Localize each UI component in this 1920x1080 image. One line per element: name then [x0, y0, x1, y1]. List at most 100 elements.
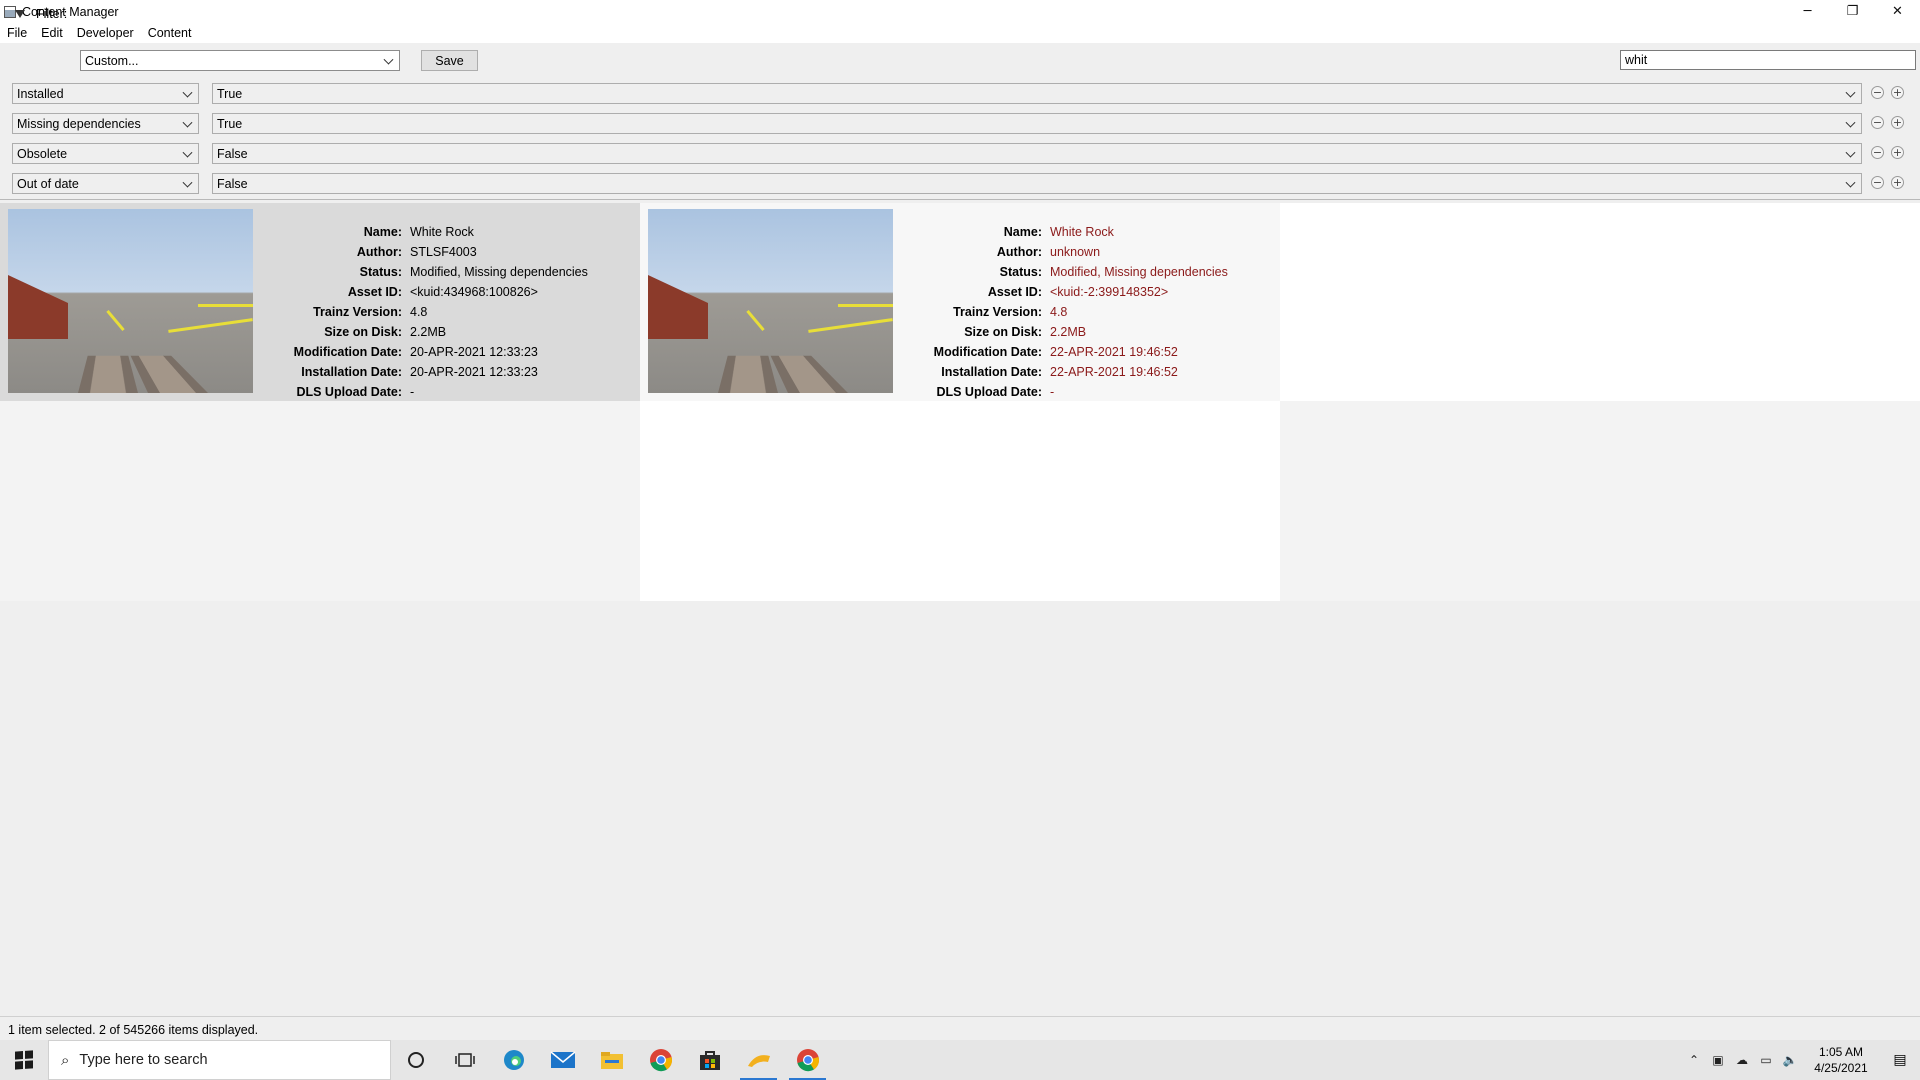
condition-field-dropdown[interactable]: Missing dependencies: [12, 113, 199, 134]
chevron-down-icon: [1845, 117, 1856, 128]
chevron-down-icon: [182, 87, 193, 98]
label-trainz-version: Trainz Version:: [953, 305, 1042, 319]
menu-content[interactable]: Content: [141, 26, 199, 40]
asset-dls-upload-date: -: [1050, 385, 1055, 399]
empty-cell: [0, 401, 640, 601]
asset-status: Modified, Missing dependencies: [410, 265, 588, 279]
condition-field-dropdown[interactable]: Installed: [12, 83, 199, 104]
add-condition-button[interactable]: +: [1891, 86, 1904, 99]
label-installation-date: Installation Date:: [941, 365, 1042, 379]
trainz-icon[interactable]: [734, 1040, 783, 1080]
start-button[interactable]: [0, 1040, 48, 1080]
asset-size: 2.2MB: [410, 325, 447, 339]
empty-cell: [640, 401, 1280, 601]
add-condition-button[interactable]: +: [1891, 146, 1904, 159]
remove-condition-button[interactable]: −: [1871, 176, 1884, 189]
title-bar: Content Manager ─ ❐ ✕: [0, 0, 1920, 23]
condition-field-value: Installed: [17, 86, 64, 101]
label-dls-upload-date: DLS Upload Date:: [936, 385, 1042, 399]
system-tray: ⌃ ▣ ☁ ▭ 🔈 1:05 AM 4/25/2021 ▤: [1682, 1040, 1920, 1080]
asset-installation-date: 22-APR-2021 19:46:52: [1050, 365, 1178, 379]
menu-file[interactable]: File: [0, 26, 34, 40]
condition-value-dropdown[interactable]: False: [212, 173, 1862, 194]
chevron-down-icon: [182, 177, 193, 188]
label-author: Author:: [996, 245, 1042, 259]
search-icon: ⌕: [61, 1051, 70, 1069]
label-size: Size on Disk:: [964, 325, 1042, 339]
condition-value-dropdown[interactable]: False: [212, 143, 1862, 164]
menu-bar: File Edit Developer Content: [0, 23, 1920, 43]
label-name: Name:: [1003, 225, 1042, 239]
filter-label: Filter:: [36, 7, 68, 21]
chrome-icon[interactable]: [783, 1040, 832, 1080]
chevron-up-icon[interactable]: ⌃: [1682, 1053, 1706, 1067]
mail-icon[interactable]: [538, 1040, 587, 1080]
empty-cell: [1280, 203, 1920, 401]
condition-field-dropdown[interactable]: Out of date: [12, 173, 199, 194]
label-asset-id: Asset ID:: [347, 285, 402, 299]
asset-details: Name: White Rock Author: unknown Status: Mo…: [910, 222, 1228, 402]
condition-field-value: Missing dependencies: [17, 116, 141, 131]
edge-icon[interactable]: [489, 1040, 538, 1080]
asset-id: <kuid:-2:399148352>: [1050, 285, 1169, 299]
task-view-icon[interactable]: [440, 1040, 489, 1080]
condition-field-value: Obsolete: [17, 146, 68, 161]
remove-condition-button[interactable]: −: [1871, 116, 1884, 129]
label-modification-date: Modification Date:: [293, 345, 402, 359]
store-icon[interactable]: [685, 1040, 734, 1080]
menu-developer[interactable]: Developer: [70, 26, 141, 40]
empty-cell: [1280, 401, 1920, 601]
filter-preset-value: Custom...: [85, 53, 139, 68]
asset-dls-upload-date: -: [410, 385, 415, 399]
chrome-icon[interactable]: [636, 1040, 685, 1080]
condition-value-dropdown[interactable]: True: [212, 113, 1862, 134]
remove-condition-button[interactable]: −: [1871, 146, 1884, 159]
chevron-down-icon: [182, 147, 193, 158]
chevron-down-icon: [383, 54, 394, 65]
label-status: Status:: [999, 265, 1042, 279]
status-bar: 1 item selected. 2 of 545266 items displ…: [0, 1016, 1920, 1040]
label-name: Name:: [363, 225, 402, 239]
search-input[interactable]: [1620, 50, 1916, 70]
clock[interactable]: 1:05 AM 4/25/2021: [1802, 1044, 1880, 1076]
taskbar-search[interactable]: ⌕ Type here to search: [48, 1040, 391, 1080]
cortana-icon[interactable]: [391, 1040, 440, 1080]
restore-button[interactable]: ❐: [1830, 0, 1875, 23]
filter-collapse-icon[interactable]: [15, 10, 25, 18]
condition-field-dropdown[interactable]: Obsolete: [12, 143, 199, 164]
add-condition-button[interactable]: +: [1891, 176, 1904, 189]
asset-trainz-version: 4.8: [1050, 305, 1068, 319]
condition-value-text: False: [217, 146, 248, 161]
notifications-icon[interactable]: ▤: [1880, 1052, 1920, 1068]
window-controls: ─ ❐ ✕: [1785, 0, 1920, 23]
label-author: Author:: [356, 245, 402, 259]
add-condition-button[interactable]: +: [1891, 116, 1904, 129]
chevron-down-icon: [1845, 177, 1856, 188]
asset-modification-date: 22-APR-2021 19:46:52: [1050, 345, 1178, 359]
condition-value-text: True: [217, 86, 243, 101]
onedrive-icon[interactable]: ☁: [1730, 1053, 1754, 1067]
label-status: Status:: [359, 265, 402, 279]
label-size: Size on Disk:: [324, 325, 402, 339]
asset-name: White Rock: [1050, 225, 1114, 239]
menu-edit[interactable]: Edit: [34, 26, 70, 40]
meet-now-icon[interactable]: ▣: [1706, 1053, 1730, 1067]
save-button[interactable]: Save: [421, 50, 478, 71]
taskbar-search-placeholder: Type here to search: [79, 1052, 208, 1068]
asset-id: <kuid:434968:100826>: [410, 285, 538, 299]
chevron-down-icon: [182, 117, 193, 128]
file-explorer-icon[interactable]: [587, 1040, 636, 1080]
label-modification-date: Modification Date:: [933, 345, 1042, 359]
asset-thumbnail: [8, 209, 253, 393]
remove-condition-button[interactable]: −: [1871, 86, 1884, 99]
asset-card[interactable]: Name: White Rock Author: unknown Status: Mo…: [640, 203, 1280, 401]
close-button[interactable]: ✕: [1875, 0, 1920, 23]
filter-preset-dropdown[interactable]: Custom...: [80, 50, 400, 71]
condition-value-dropdown[interactable]: True: [212, 83, 1862, 104]
condition-field-value: Out of date: [17, 176, 79, 191]
asset-name: White Rock: [410, 225, 474, 239]
asset-card[interactable]: Name: White Rock Author: STLSF4003 Status:…: [0, 203, 640, 401]
volume-icon[interactable]: 🔈: [1778, 1053, 1802, 1067]
minimize-button[interactable]: ─: [1785, 0, 1830, 23]
network-icon[interactable]: ▭: [1754, 1053, 1778, 1067]
